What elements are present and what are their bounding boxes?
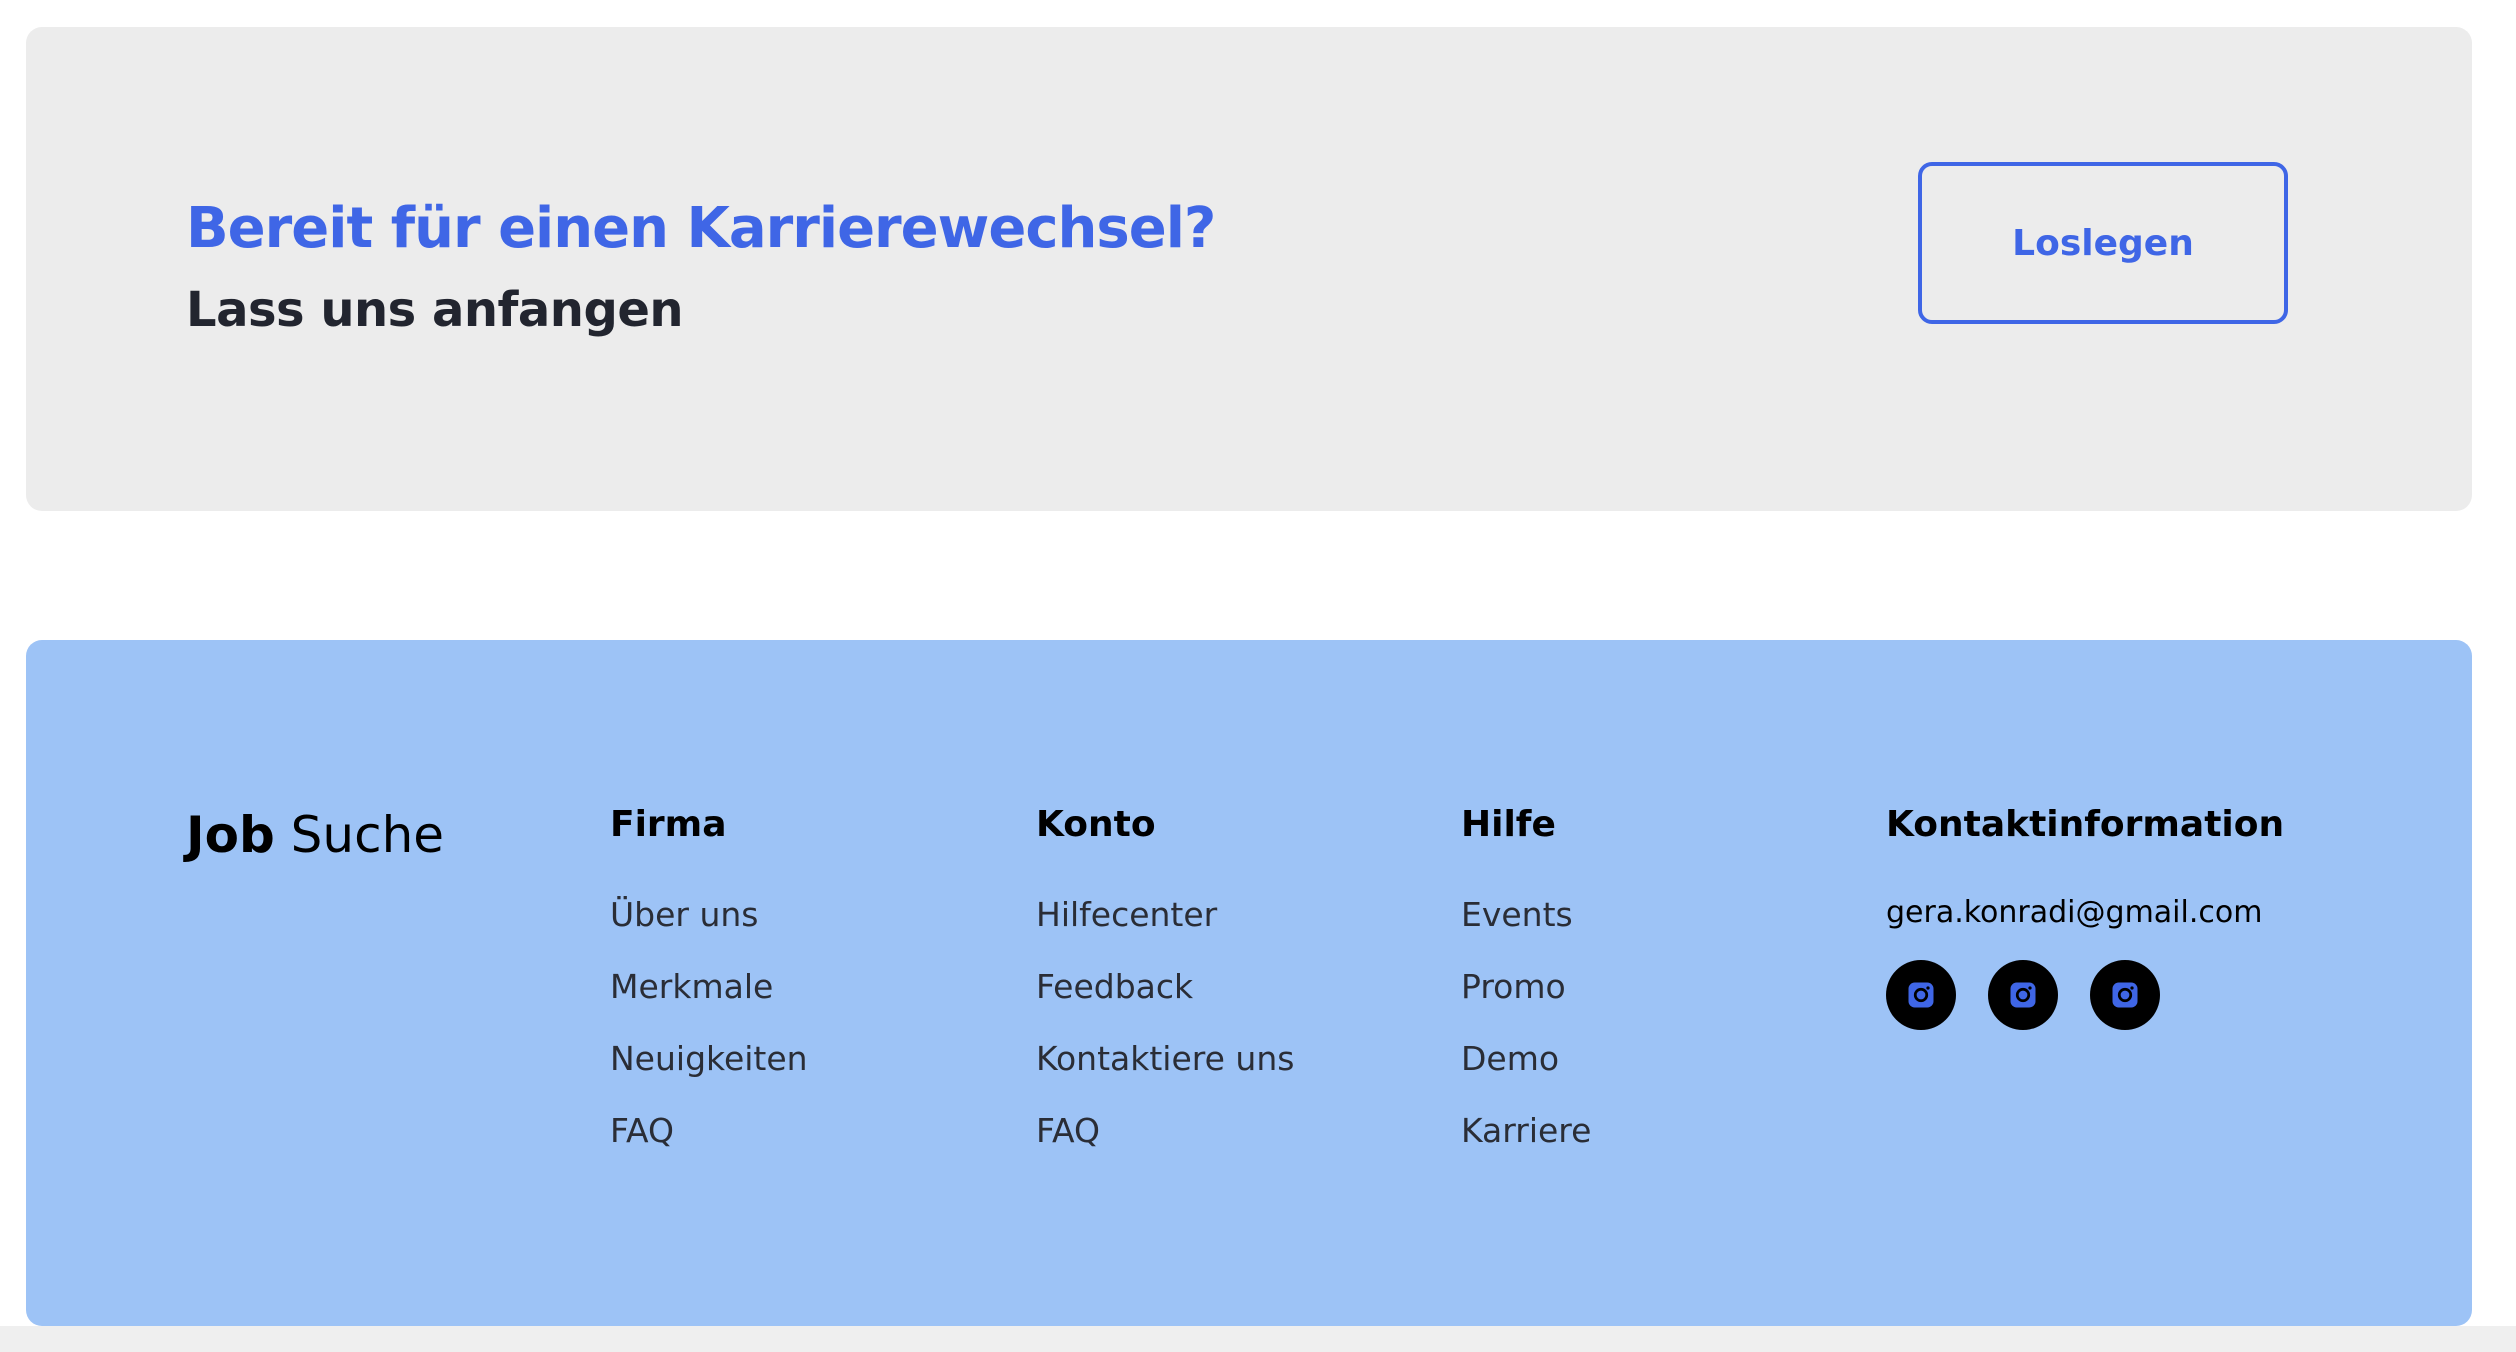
page-bottom-edge — [0, 1326, 2516, 1352]
footer-column-contact: Kontaktinformation gera.konradi@gmail.co… — [1886, 804, 2284, 1030]
logo-light-text: Suche — [290, 806, 445, 864]
column-heading: Konto — [1036, 804, 1156, 845]
footer-link-news[interactable]: Neuigkeiten — [610, 1039, 808, 1078]
page: Bereit für einen Karrierewechsel? Lass u… — [0, 0, 2516, 1352]
cta-subtitle: Lass uns anfangen — [186, 282, 684, 338]
contact-email[interactable]: gera.konradi@gmail.com — [1886, 895, 2284, 930]
footer-column-hilfe: Hilfe Events Promo Demo Karriere — [1461, 804, 1591, 1183]
footer-link-demo[interactable]: Demo — [1461, 1039, 1559, 1078]
column-heading: Firma — [610, 804, 727, 845]
footer-link-promo[interactable]: Promo — [1461, 967, 1566, 1006]
instagram-icon — [2112, 982, 2138, 1008]
cta-title: Bereit für einen Karrierewechsel? — [186, 196, 1216, 261]
social-links — [1886, 960, 2284, 1030]
logo[interactable]: Job Suche — [186, 806, 444, 864]
footer-link-contact-us[interactable]: Kontaktiere uns — [1036, 1039, 1294, 1078]
footer-link-features[interactable]: Merkmale — [610, 967, 773, 1006]
footer-link-feedback[interactable]: Feedback — [1036, 967, 1193, 1006]
footer-link-faq[interactable]: FAQ — [610, 1111, 674, 1150]
column-heading: Kontaktinformation — [1886, 804, 2285, 845]
footer-column-konto: Konto Hilfecenter Feedback Kontaktiere u… — [1036, 804, 1294, 1183]
footer-link-faq[interactable]: FAQ — [1036, 1111, 1100, 1150]
get-started-button[interactable]: Loslegen — [1918, 162, 2288, 324]
footer-link-about[interactable]: Über uns — [610, 895, 758, 934]
instagram-icon — [2010, 982, 2036, 1008]
instagram-link[interactable] — [2090, 960, 2160, 1030]
column-heading: Hilfe — [1461, 804, 1556, 845]
footer-link-events[interactable]: Events — [1461, 895, 1573, 934]
instagram-link[interactable] — [1886, 960, 1956, 1030]
logo-bold-text: Job — [186, 806, 275, 864]
instagram-link[interactable] — [1988, 960, 2058, 1030]
footer-link-help-center[interactable]: Hilfecenter — [1036, 895, 1217, 934]
footer-column-firma: Firma Über uns Merkmale Neuigkeiten FAQ — [610, 804, 808, 1183]
footer-link-careers[interactable]: Karriere — [1461, 1111, 1591, 1150]
instagram-icon — [1908, 982, 1934, 1008]
